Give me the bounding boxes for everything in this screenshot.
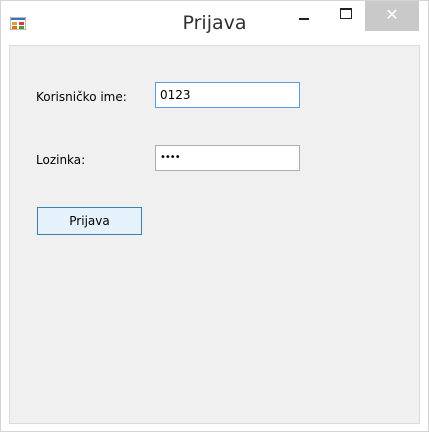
title-bar[interactable]: Prijava ✕ [1, 1, 428, 45]
password-label: Lozinka: [36, 153, 86, 167]
login-button[interactable]: Prijava [37, 207, 142, 235]
minimize-icon [299, 18, 309, 20]
login-window: Prijava ✕ Korisničko ime: 0123 Lozinka: … [0, 0, 429, 432]
password-input[interactable]: •••• [155, 145, 300, 171]
close-icon: ✕ [385, 5, 399, 24]
username-input[interactable]: 0123 [155, 82, 300, 108]
maximize-icon [340, 8, 352, 19]
form-client-area: Korisničko ime: 0123 Lozinka: •••• Prija… [9, 45, 420, 424]
minimize-button[interactable] [285, 1, 323, 31]
username-label: Korisničko ime: [36, 90, 127, 104]
close-button[interactable]: ✕ [365, 1, 419, 31]
maximize-button[interactable] [327, 1, 365, 31]
